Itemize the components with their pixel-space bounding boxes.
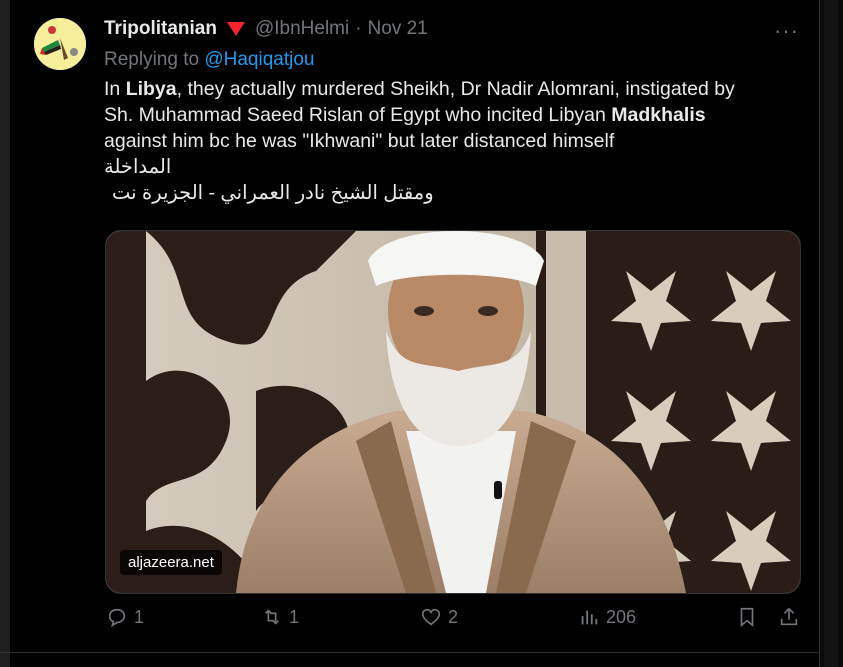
tweet-actions: 1 1 2 206 — [106, 606, 806, 642]
repost-icon — [264, 609, 280, 625]
views-chart-icon — [581, 610, 598, 625]
tweet[interactable]: Tripolitanian @IbnHelmi · Nov 21 Replyin… — [16, 0, 818, 667]
text-line-3: against him bc he was "Ikhwani" but late… — [104, 130, 615, 152]
text-line-1: In Libya, they actually murdered Sheikh,… — [104, 76, 794, 102]
repost-count: 1 — [289, 606, 300, 627]
reply-icon — [108, 608, 126, 627]
text-segment: In — [104, 78, 126, 100]
text-bold-libya: Libya — [125, 78, 177, 100]
user-handle[interactable]: @IbnHelmi — [255, 18, 349, 40]
scrollbar[interactable] — [824, 0, 838, 667]
media-watermark: aljazeera.net — [120, 550, 222, 575]
display-name[interactable]: Tripolitanian — [104, 18, 217, 40]
reply-button[interactable]: 1 — [106, 606, 144, 628]
share-icon — [780, 607, 798, 626]
text-line-4-arabic: المداخلة — [104, 156, 172, 178]
like-button[interactable]: 2 — [420, 606, 458, 628]
like-count: 2 — [448, 606, 459, 627]
repost-button[interactable]: 1 — [261, 606, 299, 628]
divider — [0, 652, 818, 653]
text-line-2: Sh. Muhammad Saeed Rislan of Egypt who i… — [104, 102, 794, 128]
separator-dot: · — [355, 18, 362, 39]
window-left-edge — [0, 0, 10, 667]
reply-count: 1 — [134, 606, 145, 627]
text-segment: , they actually murdered Sheikh, Dr Nadi… — [176, 78, 735, 100]
text-segment: Sh. Muhammad Saeed Rislan of Egypt who i… — [104, 104, 612, 126]
replying-handle-link[interactable]: @Haqiqatjou — [204, 49, 314, 70]
heart-icon — [421, 608, 441, 626]
tweet-media-image[interactable]: aljazeera.net — [105, 230, 801, 594]
red-triangle-icon — [226, 22, 245, 36]
text-line-5-arabic: ومقتل الشيخ نادر العمراني - الجزيرة نت — [112, 182, 434, 204]
replying-to: Replying to @Haqiqatjou — [104, 44, 794, 76]
tweet-header: Tripolitanian @IbnHelmi · Nov 21 — [104, 14, 794, 44]
tweet-text: In Libya, they actually murdered Sheikh,… — [104, 76, 794, 206]
views-button[interactable]: 206 — [578, 606, 636, 628]
views-count: 206 — [606, 606, 637, 627]
text-bold-madkhalis: Madkhalis — [611, 104, 706, 126]
bookmark-icon — [740, 607, 754, 628]
bookmark-button[interactable] — [736, 606, 758, 628]
avatar[interactable] — [34, 18, 86, 70]
post-date[interactable]: Nov 21 — [368, 18, 428, 40]
share-button[interactable] — [778, 606, 800, 628]
replying-prefix: Replying to — [104, 49, 200, 70]
more-options-icon[interactable]: ··· — [774, 18, 799, 44]
